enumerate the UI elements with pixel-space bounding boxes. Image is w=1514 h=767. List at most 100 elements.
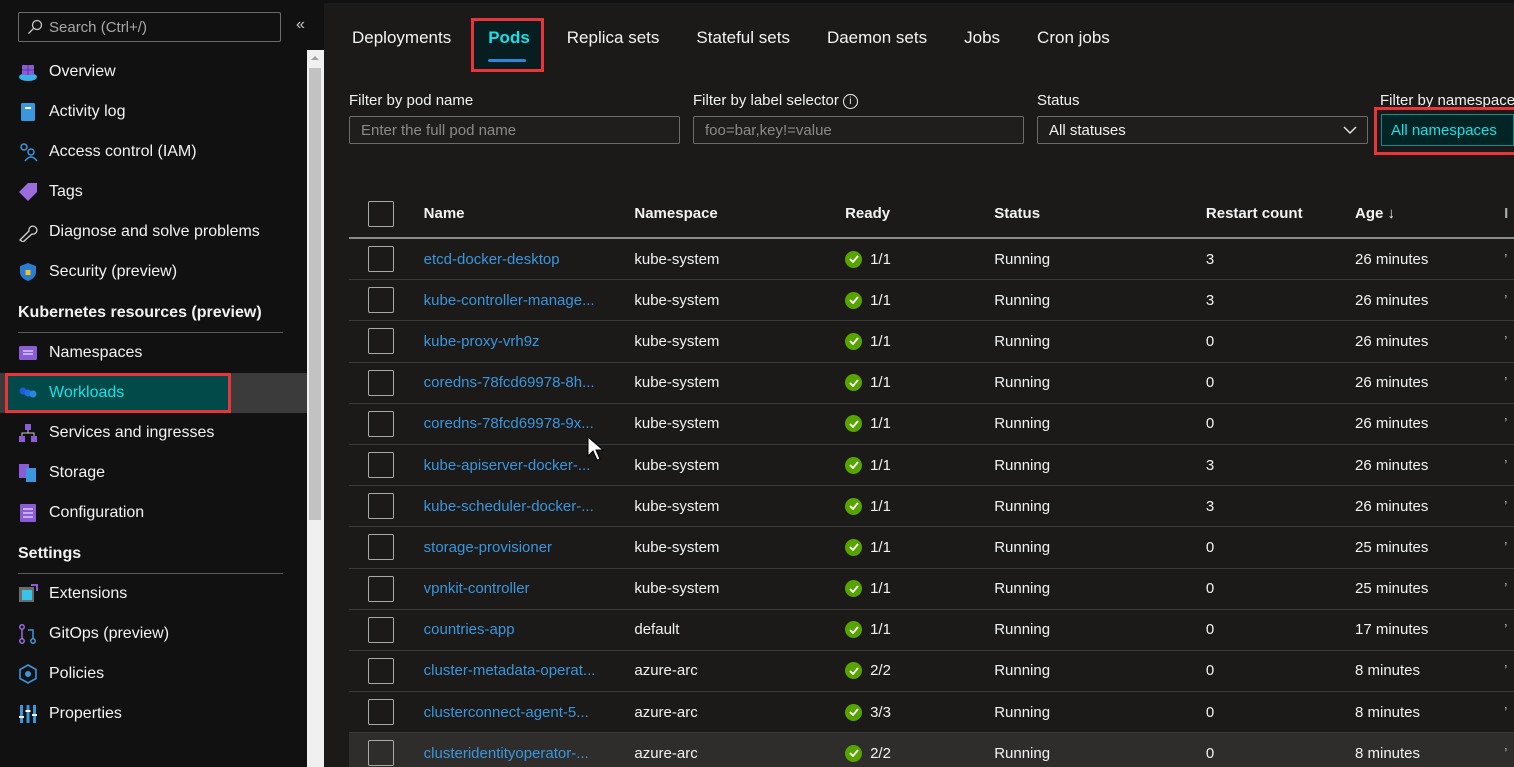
pod-name-link[interactable]: coredns-78fcd69978-8h... [424,374,635,391]
sidebar-item-activity-log[interactable]: Activity log [0,92,307,132]
pod-restart-count: 0 [1205,415,1215,433]
table-row[interactable]: countries-app default 1/1 Running 0 17 minute… [349,610,1514,651]
table-row[interactable]: storage-provisioner kube-system 1/1 Running… [349,527,1514,569]
sidebar-item-extensions[interactable]: Extensions [0,574,307,614]
sidebar-item-services[interactable]: Services and ingresses [0,413,307,453]
column-header-ready[interactable]: Ready [845,205,994,222]
tab-stateful-sets[interactable]: Stateful sets [696,28,790,56]
sidebar-item-access-control[interactable]: Access control (IAM) [0,132,307,172]
sidebar-item-policies[interactable]: Policies [0,654,307,694]
tab-replica-sets[interactable]: Replica sets [567,28,660,56]
column-header-restart-count[interactable]: Restart count [1206,205,1355,222]
pod-name-link[interactable]: vpnkit-controller [424,580,635,597]
pod-name-link[interactable]: storage-provisioner [424,539,635,556]
table-row[interactable]: kube-proxy-vrh9z kube-system 1/1 Running 0 26… [349,321,1514,363]
sidebar-item-tags[interactable]: Tags [0,172,307,212]
tab-daemon-sets[interactable]: Daemon sets [827,28,927,56]
sidebar-item-label: Workloads [49,384,125,401]
pod-restart-count: 3 [1205,291,1215,309]
row-checkbox[interactable] [368,246,394,273]
sidebar-item-overview[interactable]: Overview [0,52,307,92]
sidebar-search[interactable] [18,12,281,42]
scroll-up-arrow[interactable] [311,56,319,60]
row-checkbox[interactable] [368,328,394,355]
tag-icon [18,182,38,202]
row-checkbox[interactable] [368,287,394,314]
pod-status: Running [994,332,1051,350]
row-checkbox[interactable] [368,493,394,520]
sidebar-item-gitops[interactable]: GitOps (preview) [0,614,307,654]
pod-name-link[interactable]: coredns-78fcd69978-9x... [424,415,635,432]
namespace-filter-dropdown[interactable]: All namespaces [1381,114,1514,146]
table-row[interactable]: clusteridentityoperator-... azure-arc 2/2 R… [349,733,1514,767]
gitops-icon [18,624,38,644]
info-icon[interactable]: i [842,94,858,109]
label-selector-filter-input[interactable] [693,116,1024,144]
column-header-age[interactable]: Age ↓ [1355,205,1504,222]
pod-namespace: azure-arc [634,703,698,721]
sidebar-item-storage[interactable]: Storage [0,453,307,493]
tab-jobs[interactable]: Jobs [964,28,1000,56]
pod-restart-count: 3 [1205,497,1215,515]
pod-age: 26 minutes [1354,497,1429,515]
search-icon [28,19,43,34]
row-checkbox[interactable] [368,369,394,396]
pod-name-link[interactable]: kube-proxy-vrh9z [424,333,635,350]
scrollbar-thumb[interactable] [309,68,321,520]
row-checkbox[interactable] [368,616,394,643]
status-filter-dropdown[interactable]: All statuses [1037,116,1368,144]
pod-name-link[interactable]: cluster-metadata-operat... [424,662,635,679]
row-checkbox[interactable] [368,575,394,602]
pod-status: Running [994,621,1051,639]
select-all-checkbox[interactable] [368,200,394,227]
table-row[interactable]: etcd-docker-desktop kube-system 1/1 Running… [349,239,1514,281]
sidebar-scrollbar[interactable] [307,50,324,767]
column-header-namespace[interactable]: Namespace [634,205,845,222]
table-row[interactable]: kube-controller-manage... kube-system 1/1 R… [349,280,1514,322]
row-checkbox[interactable] [368,740,394,767]
table-row[interactable]: clusterconnect-agent-5... azure-arc 3/3 Run… [349,692,1514,734]
tab-cron-jobs[interactable]: Cron jobs [1037,28,1110,56]
table-row[interactable]: cluster-metadata-operat... azure-arc 2/2 Ru… [349,651,1514,693]
pod-name-link[interactable]: kube-scheduler-docker-... [424,498,635,515]
sidebar-item-namespaces[interactable]: Namespaces [0,333,307,373]
pod-status: Running [994,291,1051,309]
pod-namespace: azure-arc [634,744,698,762]
column-header-status[interactable]: Status [994,205,1206,222]
row-checkbox[interactable] [368,657,394,684]
section-settings: Settings [18,545,82,562]
row-checkbox[interactable] [368,534,394,561]
sidebar-item-label: Tags [49,183,83,200]
sidebar-item-properties[interactable]: Properties [0,694,307,734]
sidebar-item-configuration[interactable]: Configuration [0,493,307,533]
sidebar-item-workloads[interactable]: Workloads [0,373,307,413]
sidebar-search-input[interactable] [49,18,269,36]
pods-table: Name Namespace Ready Status Restart coun… [349,190,1514,767]
table-row[interactable]: coredns-78fcd69978-8h... kube-system 1/1 Ru… [349,363,1514,404]
row-checkbox[interactable] [368,452,394,479]
pod-name-filter-input[interactable] [349,116,680,144]
collapse-sidebar-button[interactable]: « [296,16,305,34]
pod-name-link[interactable]: countries-app [424,621,635,638]
pod-restart-count: 0 [1205,580,1215,598]
pod-name-link[interactable]: clusteridentityoperator-... [424,745,635,762]
pod-namespace: kube-system [634,415,720,433]
table-row[interactable]: kube-scheduler-docker-... kube-system 1/1 R… [349,486,1514,528]
row-checkbox[interactable] [368,699,394,726]
table-body: etcd-docker-desktop kube-system 1/1 Running… [349,239,1514,767]
column-header-name[interactable]: Name [424,205,635,222]
tab-deployments[interactable]: Deployments [352,28,451,56]
sidebar-item-security[interactable]: Security (preview) [0,252,307,292]
table-row[interactable]: kube-apiserver-docker-... kube-system 1/1 R… [349,445,1514,487]
pod-name-link[interactable]: etcd-docker-desktop [424,251,635,268]
pod-ready: 3/3 [845,703,994,721]
row-checkbox[interactable] [368,410,394,437]
sidebar-item-diagnose[interactable]: Diagnose and solve problems [0,212,307,252]
tab-pods[interactable]: Pods [488,28,530,56]
properties-icon [18,704,38,724]
table-row[interactable]: coredns-78fcd69978-9x... kube-system 1/1 Ru… [349,404,1514,445]
pod-name-link[interactable]: kube-controller-manage... [424,292,635,309]
ready-count: 1/1 [870,621,891,639]
pod-name-link[interactable]: clusterconnect-agent-5... [424,704,635,721]
table-row[interactable]: vpnkit-controller kube-system 1/1 Running 0 2… [349,569,1514,610]
